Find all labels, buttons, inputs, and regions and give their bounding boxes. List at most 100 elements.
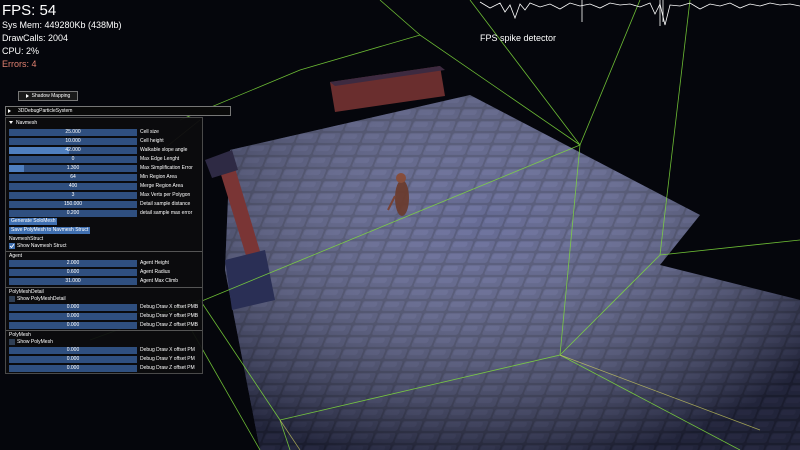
slider-field[interactable]: 0.000 [9, 313, 137, 320]
setting-label: Min Region Area [140, 174, 177, 180]
slider-value: 0.000 [66, 365, 80, 371]
agent-header: Agent [9, 253, 23, 259]
divider [6, 251, 202, 252]
slider-value: 0 [71, 156, 75, 162]
fps-spike-detector-label: FPS spike detector [480, 33, 557, 43]
setting-label: Debug Draw Z offset PMB [140, 322, 198, 328]
setting-row: 0.000 Debug Draw X offset PM [9, 347, 199, 354]
show-polymesh-checkbox[interactable] [9, 339, 15, 345]
slider-field[interactable]: 150.000 [9, 201, 137, 208]
navmesh-struct-label: NavmeshStruct [9, 236, 44, 242]
collapsed-triangle-icon [8, 108, 13, 113]
setting-label: Debug Draw X offset PM [140, 347, 195, 353]
setting-row: 0.000 Debug Draw Y offset PM [9, 356, 199, 363]
setting-row: 0 Max Edge Lenght [9, 156, 199, 163]
cpu-readout: CPU: 2% [2, 46, 40, 56]
setting-label: Debug Draw Y offset PM [140, 356, 195, 362]
shadow-mapping-button[interactable]: Shadow Mapping [18, 91, 78, 101]
setting-row: 0.000 Debug Draw Y offset PMB [9, 313, 199, 320]
setting-label: Debug Draw Y offset PMB [140, 313, 199, 319]
slider-field[interactable]: 0.600 [9, 269, 137, 276]
setting-row: 2.000 Agent Height [9, 260, 199, 267]
setting-row: 64 Min Region Area [9, 174, 199, 181]
setting-row: 10.000 Cell height [9, 138, 199, 145]
slider-field[interactable]: 64 [9, 174, 137, 181]
setting-row: 400 Merge Region Area [9, 183, 199, 190]
slider-field[interactable]: 400 [9, 183, 137, 190]
slider-value: 0.000 [66, 347, 80, 353]
slider-value: 0.000 [66, 313, 80, 319]
setting-label: Cell height [140, 138, 164, 144]
expanded-triangle-icon [9, 121, 13, 125]
slider-value: 150.000 [63, 201, 83, 207]
setting-label: Debug Draw Z offset PM [140, 365, 195, 371]
slider-field[interactable]: 0.000 [9, 365, 137, 372]
slider-value: 42.000 [65, 147, 81, 153]
draw-calls-readout: DrawCalls: 2004 [2, 33, 69, 43]
setting-label: Debug Draw X offset PMB [140, 304, 199, 310]
setting-row: 0.600 Agent Radius [9, 269, 199, 276]
divider [6, 287, 202, 288]
slider-field[interactable]: 42.000 [9, 147, 137, 154]
setting-label: Max Edge Lenght [140, 156, 180, 162]
slider-field[interactable]: 0 [9, 156, 137, 163]
slider-value: 0.000 [66, 356, 80, 362]
fps-spike-graph [479, 0, 800, 26]
slider-fill [9, 165, 25, 172]
setting-label: Cell size [140, 129, 159, 135]
slider-field[interactable]: 0.200 [9, 210, 137, 217]
slider-field[interactable]: 31.000 [9, 278, 137, 285]
show-navmesh-struct-checkbox[interactable] [9, 243, 15, 249]
slider-fill [9, 147, 70, 154]
slider-value: 0.000 [66, 304, 80, 310]
setting-row: 25.000 Cell size [9, 129, 199, 136]
game-viewport[interactable]: FPS: 54 Sys Mem: 449280Kb (438Mb) DrawCa… [0, 0, 800, 450]
slider-field[interactable]: 2.000 [9, 260, 137, 267]
slider-field[interactable]: 0.000 [9, 347, 137, 354]
slider-value: 25.000 [65, 129, 81, 135]
setting-row: 0.000 Debug Draw Z offset PM [9, 365, 199, 372]
slider-field[interactable]: 0.000 [9, 304, 137, 311]
slider-value: 2.000 [66, 260, 80, 266]
setting-label: Agent Radius [140, 269, 171, 275]
setting-label: Agent Max Climb [140, 278, 179, 284]
setting-row: 0.000 Debug Draw Z offset PMB [9, 322, 199, 329]
slider-value: 10.000 [65, 138, 81, 144]
fps-counter: FPS: 54 [2, 2, 57, 19]
polymesh-detail-header: PolyMeshDetail [9, 289, 44, 295]
show-polymesh-detail-label: Show PolyMeshDetail [17, 296, 66, 302]
divider [6, 330, 202, 331]
generate-solomesh-button[interactable]: Generate SoloMesh [9, 218, 58, 225]
slider-field[interactable]: 1.300 [9, 165, 137, 172]
slider-value: 31.000 [65, 278, 81, 284]
sys-mem-readout: Sys Mem: 449280Kb (438Mb) [2, 20, 122, 30]
setting-label: Detail sample distance [140, 201, 191, 207]
setting-label: Walkable slope angle [140, 147, 188, 153]
setting-row: 3 Max Verts per Polygon [9, 192, 199, 199]
slider-value: 0.000 [66, 322, 80, 328]
slider-field[interactable]: 0.000 [9, 356, 137, 363]
setting-row: 150.000 Detail sample distance [9, 201, 199, 208]
setting-label: Max Verts per Polygon [140, 192, 191, 198]
setting-label: Agent Height [140, 260, 169, 266]
setting-label: detail sample max error [140, 210, 193, 216]
slider-field[interactable]: 3 [9, 192, 137, 199]
setting-row: 0.000 Debug Draw X offset PMB [9, 304, 199, 311]
slider-field[interactable]: 10.000 [9, 138, 137, 145]
slider-value: 3 [71, 192, 75, 198]
slider-field[interactable]: 0.000 [9, 322, 137, 329]
slider-value: 64 [70, 174, 76, 180]
setting-row: 31.000 Agent Max Climb [9, 278, 199, 285]
setting-label: Max Simplification Error [140, 165, 193, 171]
navmesh-panel: Navmesh 25.000 Cell size 10.000 Cell height… [5, 117, 203, 374]
setting-row: 1.300 Max Simplification Error [9, 165, 199, 172]
particle-system-header[interactable]: 3DDebugParticleSystem [5, 106, 231, 116]
show-polymesh-detail-checkbox[interactable] [9, 296, 15, 302]
slider-value: 400 [68, 183, 78, 189]
errors-readout: Errors: 4 [2, 59, 37, 69]
slider-value: 0.600 [66, 269, 80, 275]
navmesh-header[interactable]: Navmesh [9, 120, 37, 126]
setting-row: 0.200 detail sample max error [9, 210, 199, 217]
slider-field[interactable]: 25.000 [9, 129, 137, 136]
save-polymesh-button[interactable]: Save PolyMesh to Navmesh Struct [9, 227, 91, 234]
